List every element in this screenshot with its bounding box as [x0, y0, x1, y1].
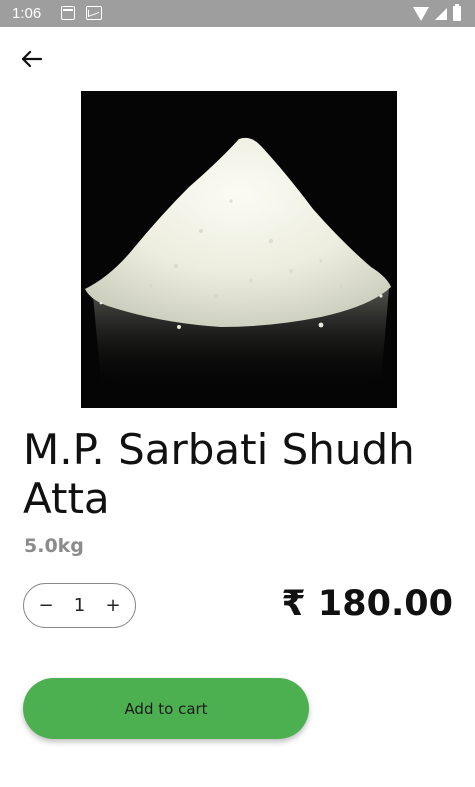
- flour-pile-image: [81, 91, 397, 408]
- wifi-icon: [413, 6, 429, 21]
- status-time: 1:06: [12, 5, 42, 22]
- product-price: ₹ 180.00: [281, 584, 453, 624]
- battery-icon: [453, 4, 461, 21]
- status-bar: 1:06: [0, 0, 475, 27]
- increment-button[interactable]: +: [104, 595, 122, 616]
- back-button[interactable]: [16, 43, 48, 75]
- status-indicators: [413, 4, 461, 22]
- calendar-notification-icon: [61, 6, 75, 20]
- add-to-cart-button[interactable]: Add to cart: [23, 678, 309, 739]
- quantity-value: 1: [73, 594, 86, 616]
- product-image: [81, 91, 397, 408]
- arrow-back-icon: [21, 50, 43, 68]
- cell-signal-icon: [435, 7, 447, 20]
- product-title: M.P. Sarbati Shudh Atta: [23, 425, 415, 523]
- product-weight: 5.0kg: [24, 535, 84, 557]
- mail-notification-icon: [86, 6, 102, 20]
- quantity-stepper: − 1 +: [23, 583, 136, 628]
- decrement-button[interactable]: −: [37, 595, 55, 616]
